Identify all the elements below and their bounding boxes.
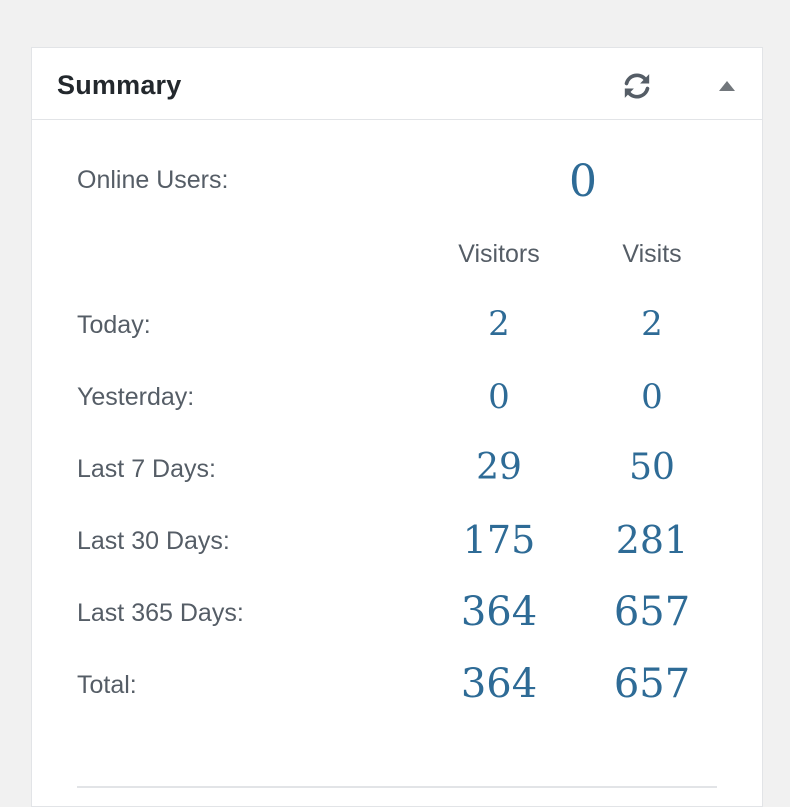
widget-header: Summary: [32, 48, 762, 120]
last-30-days-visits-value[interactable]: 281: [577, 518, 727, 562]
triangle-up-icon: [719, 81, 735, 91]
row-label-yesterday: Yesterday:: [77, 383, 195, 411]
summary-widget: Summary Online Users: 0 Visitors Visits …: [31, 47, 763, 807]
today-visits-value[interactable]: 2: [577, 304, 727, 344]
refresh-button[interactable]: [618, 67, 656, 105]
row-label-last-365-days: Last 365 Days:: [77, 599, 244, 627]
online-users-value[interactable]: 0: [508, 156, 658, 207]
last-365-days-visitors-value[interactable]: 364: [424, 589, 574, 635]
today-visitors-value[interactable]: 2: [424, 304, 574, 344]
last-7-days-visits-value[interactable]: 50: [577, 447, 727, 488]
refresh-icon: [624, 73, 650, 99]
widget-title: Summary: [57, 70, 182, 100]
column-header-visits: Visits: [622, 240, 682, 268]
row-label-today: Today:: [77, 311, 151, 339]
row-label-last-7-days: Last 7 Days:: [77, 455, 216, 483]
section-divider: [77, 786, 717, 788]
last-30-days-visitors-value[interactable]: 175: [424, 518, 574, 562]
online-users-label: Online Users:: [77, 166, 229, 194]
row-label-last-30-days: Last 30 Days:: [77, 527, 230, 555]
total-visits-value[interactable]: 657: [577, 661, 727, 707]
yesterday-visits-value[interactable]: 0: [577, 377, 727, 417]
last-7-days-visitors-value[interactable]: 29: [424, 447, 574, 488]
last-365-days-visits-value[interactable]: 657: [577, 589, 727, 635]
collapse-toggle-button[interactable]: [712, 74, 742, 98]
yesterday-visitors-value[interactable]: 0: [424, 377, 574, 417]
total-visitors-value[interactable]: 364: [424, 661, 574, 707]
row-label-total: Total:: [77, 671, 137, 699]
column-header-visitors: Visitors: [458, 240, 540, 268]
